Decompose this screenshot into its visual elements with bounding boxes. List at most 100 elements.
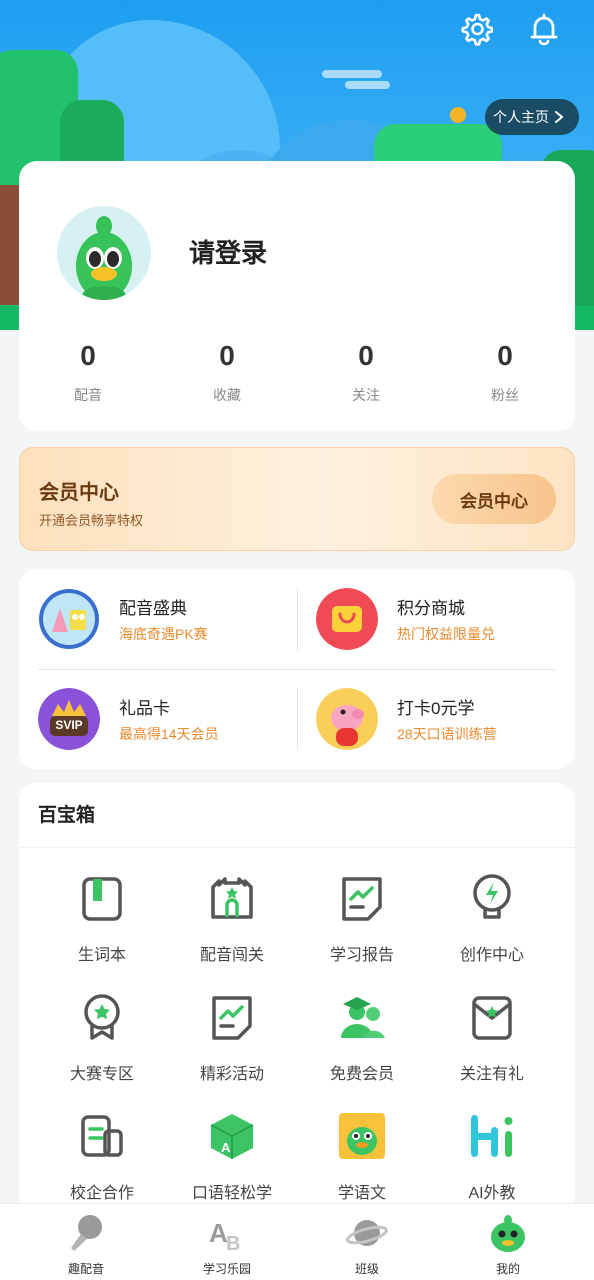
promo-subtitle: 28天口语训练营 — [397, 726, 497, 742]
promo-title: 积分商城 — [397, 599, 465, 618]
chevron-right-icon — [555, 111, 564, 123]
cloud-shape — [322, 70, 382, 78]
nav-label: 班级 — [354, 1262, 379, 1276]
gift-envelope-icon — [472, 996, 512, 1040]
promo-points-mall[interactable]: 积分商城 热门权益限量兑 — [316, 579, 574, 659]
tool-label: 配音闯关 — [199, 947, 264, 964]
tool-learn-chinese[interactable]: 学语文 — [297, 1111, 427, 1203]
user-card: 请登录 0 配音 0 收藏 0 关注 0 粉丝 — [19, 161, 575, 431]
promo-subtitle: 热门权益限量兑 — [397, 626, 495, 642]
tool-label: 口语轻松学 — [191, 1185, 272, 1202]
svip-badge-text: SVIP — [55, 718, 83, 732]
stat-following[interactable]: 0 关注 — [306, 339, 426, 405]
tool-label: AI外教 — [468, 1185, 516, 1202]
promo-grid: 配音盛典 海底奇遇PK赛 积分商城 热门权益限量兑 SVIP 礼品卡 最高得14… — [19, 569, 575, 769]
nav-label: 趣配音 — [67, 1262, 104, 1276]
divider — [297, 688, 298, 750]
cube-a-icon: A — [210, 1114, 254, 1159]
stat-label: 关注 — [352, 387, 380, 403]
mascot-avatar-icon — [76, 216, 132, 300]
lightbulb-icon — [473, 874, 511, 919]
divider — [19, 847, 575, 848]
stat-label: 粉丝 — [491, 387, 519, 403]
vip-center-button[interactable]: 会员中心 — [432, 474, 556, 524]
tool-study-report[interactable]: 学习报告 — [297, 873, 427, 965]
stat-favorites[interactable]: 0 收藏 — [167, 339, 287, 405]
nav-item-dubbing[interactable]: 趣配音 — [26, 1212, 146, 1277]
report-icon — [342, 877, 382, 921]
tool-follow-gift[interactable]: 关注有礼 — [427, 992, 557, 1084]
mascot-icon — [491, 1215, 525, 1252]
sea-adventure-icon — [38, 588, 100, 650]
svip-crown-icon: SVIP — [38, 688, 100, 750]
tool-label: 创作中心 — [459, 947, 524, 964]
tool-label: 免费会员 — [329, 1066, 394, 1083]
bottom-nav: 趣配音 A B 学习乐园 班级 我的 — [0, 1203, 594, 1280]
stat-value: 0 — [497, 340, 513, 371]
tool-label: 精彩活动 — [199, 1066, 264, 1083]
vip-center-banner[interactable]: 会员中心 开通会员畅享特权 会员中心 — [19, 447, 575, 551]
nav-label: 学习乐园 — [202, 1262, 251, 1276]
stat-label: 收藏 — [213, 387, 241, 403]
stat-dubbing[interactable]: 0 配音 — [28, 339, 148, 405]
planet-icon — [346, 1220, 388, 1246]
svg-text:B: B — [226, 1233, 240, 1254]
bell-icon[interactable] — [527, 12, 561, 46]
stat-value: 0 — [219, 340, 235, 371]
abc-icon: A B — [209, 1218, 240, 1254]
stat-value: 0 — [358, 340, 374, 371]
promo-title: 礼品卡 — [119, 699, 170, 718]
nav-item-learning-park[interactable]: A B 学习乐园 — [167, 1212, 287, 1277]
divider — [38, 669, 556, 670]
castle-icon — [211, 877, 253, 919]
tool-label: 关注有礼 — [459, 1066, 524, 1083]
microphone-icon — [71, 1215, 102, 1251]
tool-creation-center[interactable]: 创作中心 — [427, 873, 557, 965]
activity-icon — [212, 996, 252, 1040]
tool-label: 学语文 — [337, 1185, 386, 1202]
gear-icon[interactable] — [459, 12, 493, 46]
login-prompt[interactable]: 请登录 — [189, 233, 267, 270]
tool-school-enterprise[interactable]: 校企合作 — [37, 1111, 167, 1203]
divider — [297, 588, 298, 650]
promo-dubbing-festival[interactable]: 配音盛典 海底奇遇PK赛 — [38, 579, 296, 659]
stat-fans[interactable]: 0 粉丝 — [445, 339, 565, 405]
toolbox-title: 百宝箱 — [38, 805, 96, 826]
tool-activities[interactable]: 精彩活动 — [167, 992, 297, 1084]
tool-label: 大赛专区 — [69, 1066, 134, 1083]
hi-icon — [471, 1115, 513, 1157]
promo-gift-card[interactable]: SVIP 礼品卡 最高得14天会员 — [38, 679, 296, 759]
nav-item-mine[interactable]: 我的 — [448, 1212, 568, 1277]
medal-icon — [84, 994, 120, 1040]
tool-spoken-english[interactable]: A 口语轻松学 — [167, 1111, 297, 1203]
promo-checkin-learning[interactable]: 打卡0元学 28天口语训练营 — [316, 679, 574, 759]
nav-item-class[interactable]: 班级 — [307, 1212, 427, 1277]
personal-homepage-link[interactable]: 个人主页 — [485, 99, 579, 135]
sun-shape — [450, 107, 466, 123]
promo-subtitle: 海底奇遇PK赛 — [119, 626, 208, 642]
svg-text:A: A — [221, 1140, 231, 1155]
tool-label: 校企合作 — [69, 1185, 134, 1202]
tool-contest-zone[interactable]: 大赛专区 — [37, 992, 167, 1084]
vip-title: 会员中心 — [39, 482, 119, 504]
tool-vocabulary-book[interactable]: 生词本 — [37, 873, 167, 965]
avatar[interactable] — [57, 206, 151, 300]
stat-value: 0 — [80, 340, 96, 371]
personal-homepage-label: 个人主页 — [493, 109, 549, 125]
shopping-bag-icon — [316, 588, 378, 650]
promo-subtitle: 最高得14天会员 — [119, 726, 219, 742]
toolbox-card: 百宝箱 生词本 配音闯关 学习报告 创作中心 大赛专区 精彩活动 免费会员 关注… — [19, 783, 575, 1213]
cloud-shape — [345, 81, 390, 89]
tool-ai-teacher[interactable]: AI外教 — [427, 1111, 557, 1203]
tool-label: 生词本 — [77, 947, 126, 964]
nav-label: 我的 — [495, 1262, 520, 1276]
tool-label: 学习报告 — [329, 947, 394, 964]
peppa-pig-icon — [316, 688, 378, 750]
free-member-icon — [341, 997, 385, 1038]
stat-label: 配音 — [74, 387, 102, 403]
tool-free-membership[interactable]: 免费会员 — [297, 992, 427, 1084]
tool-dubbing-challenge[interactable]: 配音闯关 — [167, 873, 297, 965]
promo-title: 打卡0元学 — [397, 699, 475, 718]
vocabulary-book-icon — [82, 877, 122, 921]
vip-subtitle: 开通会员畅享特权 — [39, 513, 144, 528]
